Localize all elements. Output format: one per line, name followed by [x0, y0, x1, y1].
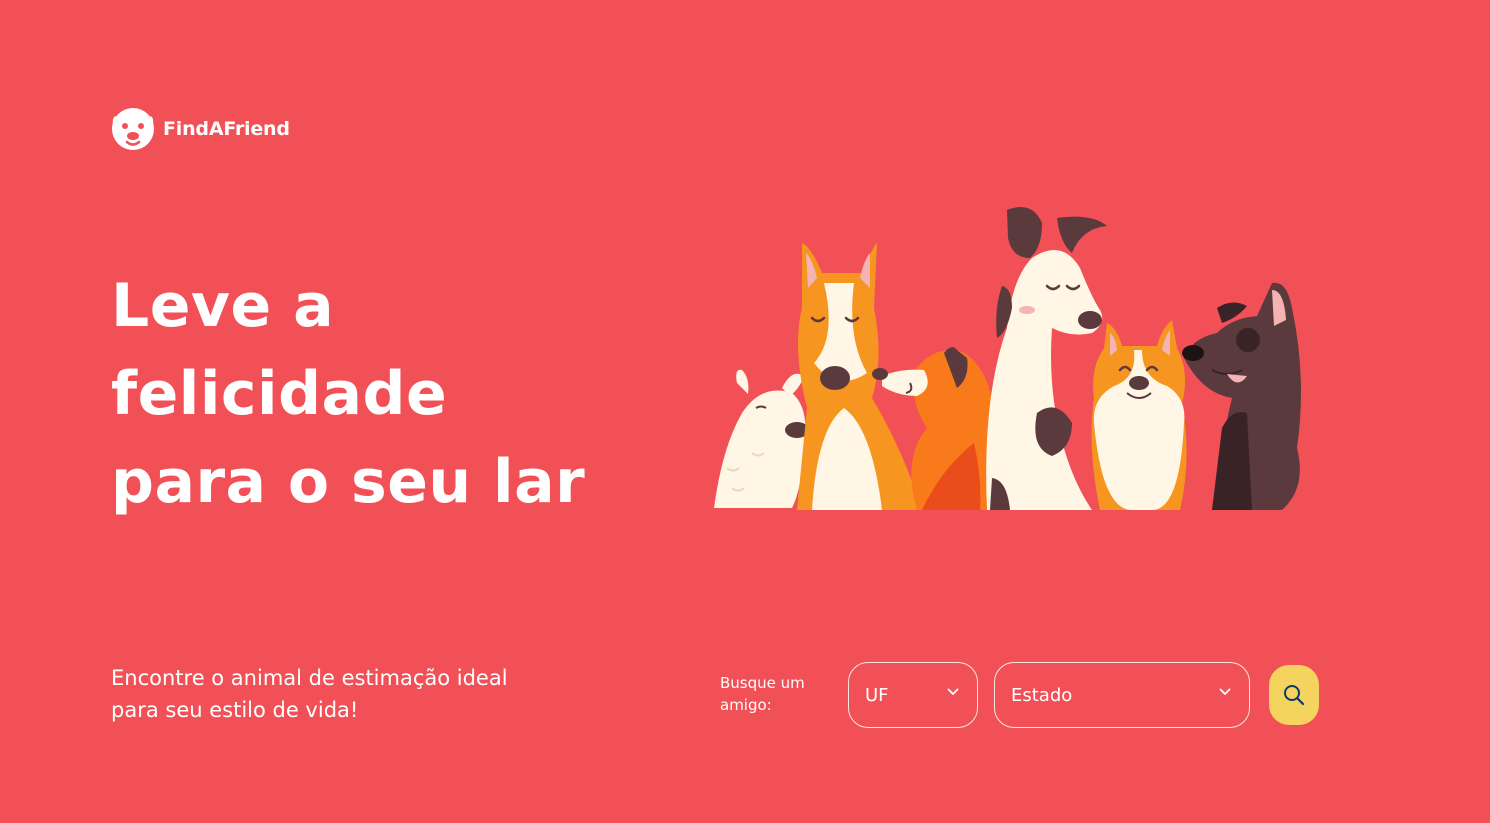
- uf-select[interactable]: UF: [848, 662, 978, 728]
- search-label-line: Busque um: [720, 674, 805, 692]
- search-label: Busque um amigo:: [720, 672, 830, 716]
- headline-line: felicidade: [111, 359, 448, 429]
- search-icon: [1284, 685, 1305, 706]
- spotted-dog: [986, 206, 1107, 510]
- uf-select-value: UF: [865, 684, 889, 706]
- state-select-value: Estado: [1011, 684, 1073, 706]
- subtitle-line: Encontre o animal de estimação ideal: [111, 666, 508, 690]
- state-select[interactable]: Estado: [994, 662, 1250, 728]
- headline-line: para o seu lar: [111, 447, 586, 517]
- chevron-down-icon: [947, 688, 959, 695]
- page-title: Leve a felicidade para o seu lar: [111, 262, 586, 526]
- subtitle-line: para seu estilo de vida!: [111, 698, 359, 722]
- dog-face-icon: [112, 108, 154, 150]
- corgi-dog: [1091, 320, 1187, 510]
- search-label-line: amigo:: [720, 696, 772, 714]
- search-button[interactable]: [1269, 665, 1319, 725]
- terrier-dog: [714, 369, 809, 508]
- chevron-down-icon: [1219, 688, 1231, 695]
- headline-line: Leve a: [111, 271, 335, 341]
- dark-dog: [1182, 282, 1301, 510]
- group-of-dogs-illustration: [714, 206, 1301, 510]
- hero-subtitle: Encontre o animal de estimação ideal par…: [111, 662, 541, 726]
- logo[interactable]: FindAFriend: [111, 106, 290, 152]
- brand-name: FindAFriend: [163, 118, 290, 140]
